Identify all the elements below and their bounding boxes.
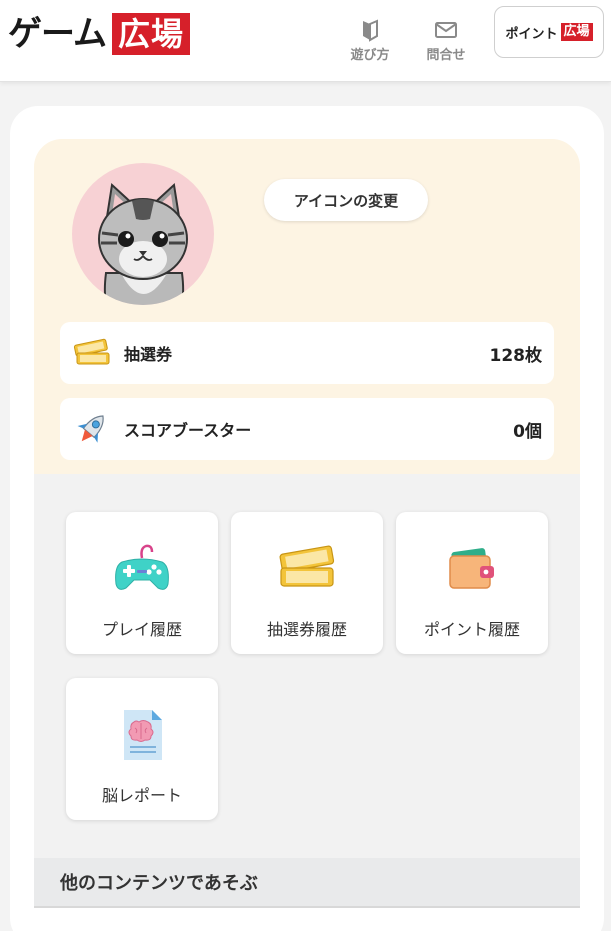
menu-label: 抽選券履歴 [266, 620, 347, 639]
point-hiroba-button[interactable]: ポイント 広場 [494, 6, 604, 58]
app-header: ゲーム 広場 遊び方 問合せ ポイント 広場 [0, 0, 611, 82]
menu-grid: プレイ履歴 抽選券履歴 ポイント履歴 脳レポート [34, 474, 580, 858]
mail-icon [435, 22, 457, 38]
brain-report-icon [124, 710, 162, 760]
stat-label: スコアブースター [124, 421, 252, 440]
point-button-text: ポイント [505, 26, 558, 42]
other-contents-title: 他のコンテンツであそぶ [60, 873, 258, 894]
nav-how-to-play[interactable]: 遊び方 [340, 18, 400, 68]
rocket-icon [77, 415, 104, 443]
menu-point-history[interactable]: ポイント履歴 [396, 512, 548, 654]
stat-value: 0個 [513, 421, 542, 442]
stat-label: 抽選券 [124, 345, 173, 364]
wallet-icon [449, 548, 494, 589]
logo-text: ゲーム [8, 14, 107, 54]
change-icon-button[interactable]: アイコンの変更 [264, 179, 428, 221]
stat-row-tickets: 抽選券 128枚 [60, 322, 554, 384]
nav-contact-label: 問合せ [426, 48, 466, 63]
menu-play-history[interactable]: プレイ履歴 [66, 512, 218, 654]
menu-label: プレイ履歴 [101, 620, 182, 639]
nav-contact[interactable]: 問合せ [416, 18, 476, 68]
beginner-mark-icon [363, 19, 378, 42]
logo-badge: 広場 [111, 13, 190, 55]
other-contents-list [34, 908, 580, 931]
stat-row-score-booster: スコアブースター 0個 [60, 398, 554, 460]
site-logo[interactable]: ゲーム 広場 [8, 12, 190, 56]
other-contents-section: 他のコンテンツであそぶ [34, 858, 580, 908]
tickets-icon [279, 545, 335, 587]
menu-label: ポイント履歴 [423, 620, 520, 639]
mypage-card: アイコンの変更 抽選券 128枚 スコアブースター 0個 プレイ履歴 抽選券履歴… [10, 106, 604, 931]
menu-ticket-history[interactable]: 抽選券履歴 [231, 512, 383, 654]
stat-value: 128枚 [489, 345, 543, 366]
nav-how-to-play-label: 遊び方 [350, 48, 390, 63]
menu-brain-report[interactable]: 脳レポート [66, 678, 218, 820]
gamepad-icon [115, 544, 169, 590]
cat-avatar-icon[interactable] [72, 163, 214, 305]
profile-section: アイコンの変更 抽選券 128枚 スコアブースター 0個 [34, 139, 580, 474]
menu-label: 脳レポート [101, 786, 182, 805]
ticket-icon [73, 338, 110, 365]
point-button-badge: 広場 [560, 23, 593, 41]
